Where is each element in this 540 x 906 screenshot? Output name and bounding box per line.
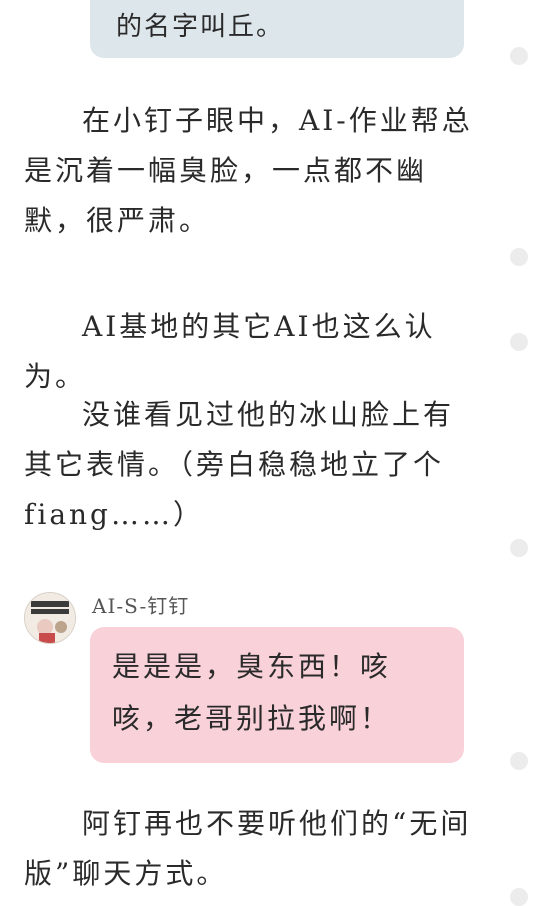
chat-bubble-message: 是是是，臭东西！咳咳，老哥别拉我啊！ (90, 627, 464, 763)
message-text: 是是是，臭东西！咳咳，老哥别拉我啊！ (112, 650, 392, 735)
avatar[interactable] (24, 592, 76, 644)
message-username[interactable]: AI-S-钉钉 (92, 590, 189, 619)
chat-bubble-top: 的名字叫丘。 (90, 0, 464, 58)
scroll-indicator-dot (510, 752, 528, 770)
story-paragraph: AI基地的其它AI也这么认为。 (24, 310, 436, 393)
avatar-icon (25, 593, 75, 643)
story-paragraph: 没谁看见过他的冰山脸上有其它表情。（旁白稳稳地立了个fiang……） (24, 398, 455, 531)
scroll-indicator-dot (510, 248, 528, 266)
scroll-indicator-dot (510, 333, 528, 351)
scroll-indicator-dot (510, 888, 528, 906)
story-paragraph: 阿钉再也不要听他们的“无间版”聊天方式。 (24, 807, 472, 890)
scroll-indicator-dot (510, 539, 528, 557)
story-paragraph: 在小钉子眼中，AI-作业帮总是沉着一幅臭脸，一点都不幽默，很严肃。 (24, 104, 473, 237)
scroll-indicator-dot (510, 47, 528, 65)
bubble-text: 的名字叫丘。 (116, 12, 285, 42)
